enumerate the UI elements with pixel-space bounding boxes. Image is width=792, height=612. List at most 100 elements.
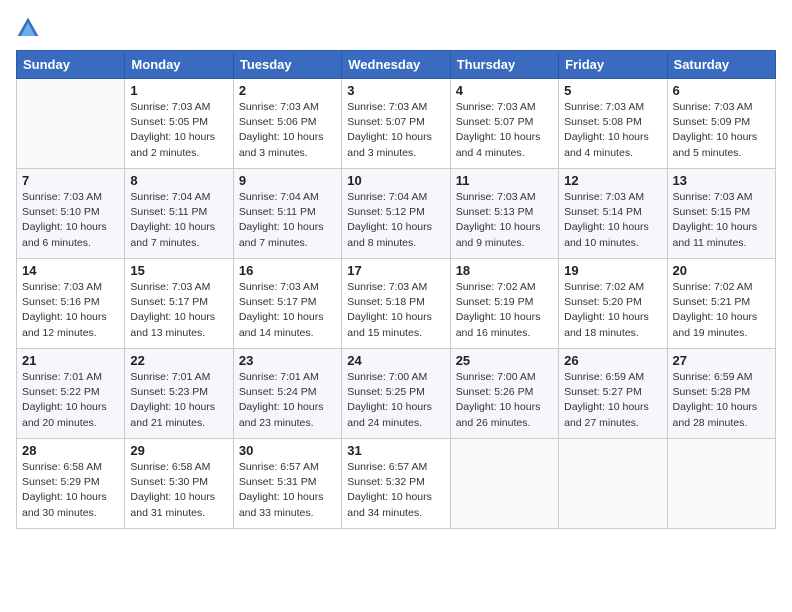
day-info: Sunrise: 6:59 AM Sunset: 5:27 PM Dayligh… [564, 370, 661, 431]
day-info: Sunrise: 7:03 AM Sunset: 5:05 PM Dayligh… [130, 100, 227, 161]
day-number: 10 [347, 173, 444, 188]
calendar-cell: 14Sunrise: 7:03 AM Sunset: 5:16 PM Dayli… [17, 259, 125, 349]
day-number: 3 [347, 83, 444, 98]
day-info: Sunrise: 6:58 AM Sunset: 5:30 PM Dayligh… [130, 460, 227, 521]
day-number: 13 [673, 173, 770, 188]
calendar-cell: 7 Sunrise: 7:03 AM Sunset: 5:10 PM Daylig… [17, 169, 125, 259]
calendar-cell: 29 Sunrise: 6:58 AM Sunset: 5:30 PM Dayli… [125, 439, 233, 529]
day-number: 29 [130, 443, 227, 458]
day-number: 15 [130, 263, 227, 278]
day-info: Sunrise: 7:03 AM Sunset: 5:17 PM Dayligh… [239, 280, 336, 341]
calendar-cell: 24 Sunrise: 7:00 AM Sunset: 5:25 PM Dayli… [342, 349, 450, 439]
day-number: 9 [239, 173, 336, 188]
day-info: Sunrise: 7:03 AM Sunset: 5:08 PM Dayligh… [564, 100, 661, 161]
calendar-cell: 9 Sunrise: 7:04 AM Sunset: 5:11 PM Daylig… [233, 169, 341, 259]
day-info: Sunrise: 7:02 AM Sunset: 5:20 PM Dayligh… [564, 280, 661, 341]
calendar-cell: 22 Sunrise: 7:01 AM Sunset: 5:23 PM Dayli… [125, 349, 233, 439]
header-thursday: Thursday [450, 51, 558, 79]
calendar-cell: 12 Sunrise: 7:03 AM Sunset: 5:14 PM Dayli… [559, 169, 667, 259]
day-info: Sunrise: 7:03 AM Sunset: 5:07 PM Dayligh… [456, 100, 553, 161]
day-number: 24 [347, 353, 444, 368]
calendar-cell: 26 Sunrise: 6:59 AM Sunset: 5:27 PM Dayli… [559, 349, 667, 439]
calendar-cell: 16 Sunrise: 7:03 AM Sunset: 5:17 PM Dayli… [233, 259, 341, 349]
calendar-cell: 2Sunrise: 7:03 AM Sunset: 5:06 PM Daylig… [233, 79, 341, 169]
day-info: Sunrise: 6:57 AM Sunset: 5:32 PM Dayligh… [347, 460, 444, 521]
day-info: Sunrise: 7:03 AM Sunset: 5:09 PM Dayligh… [673, 100, 770, 161]
day-number: 11 [456, 173, 553, 188]
day-number: 27 [673, 353, 770, 368]
day-number: 19 [564, 263, 661, 278]
calendar-cell: 30 Sunrise: 6:57 AM Sunset: 5:31 PM Dayli… [233, 439, 341, 529]
calendar-cell: 15 Sunrise: 7:03 AM Sunset: 5:17 PM Dayli… [125, 259, 233, 349]
day-info: Sunrise: 7:01 AM Sunset: 5:23 PM Dayligh… [130, 370, 227, 431]
day-info: Sunrise: 7:03 AM Sunset: 5:17 PM Dayligh… [130, 280, 227, 341]
calendar-cell: 17 Sunrise: 7:03 AM Sunset: 5:18 PM Dayli… [342, 259, 450, 349]
calendar-cell: 11 Sunrise: 7:03 AM Sunset: 5:13 PM Dayli… [450, 169, 558, 259]
day-number: 6 [673, 83, 770, 98]
calendar-cell: 21 Sunrise: 7:01 AM Sunset: 5:22 PM Dayli… [17, 349, 125, 439]
calendar-cell: 31 Sunrise: 6:57 AM Sunset: 5:32 PM Dayli… [342, 439, 450, 529]
day-number: 5 [564, 83, 661, 98]
week-row-4: 21 Sunrise: 7:01 AM Sunset: 5:22 PM Dayli… [17, 349, 776, 439]
calendar-cell [17, 79, 125, 169]
logo-icon [16, 16, 40, 40]
calendar-cell: 19 Sunrise: 7:02 AM Sunset: 5:20 PM Dayli… [559, 259, 667, 349]
day-info: Sunrise: 7:00 AM Sunset: 5:26 PM Dayligh… [456, 370, 553, 431]
calendar-cell: 10 Sunrise: 7:04 AM Sunset: 5:12 PM Dayli… [342, 169, 450, 259]
calendar-cell: 28 Sunrise: 6:58 AM Sunset: 5:29 PM Dayli… [17, 439, 125, 529]
day-number: 14 [22, 263, 119, 278]
header-monday: Monday [125, 51, 233, 79]
day-number: 4 [456, 83, 553, 98]
day-info: Sunrise: 7:03 AM Sunset: 5:13 PM Dayligh… [456, 190, 553, 251]
header-tuesday: Tuesday [233, 51, 341, 79]
day-number: 21 [22, 353, 119, 368]
calendar-cell: 5 Sunrise: 7:03 AM Sunset: 5:08 PM Daylig… [559, 79, 667, 169]
header-friday: Friday [559, 51, 667, 79]
calendar-cell: 25 Sunrise: 7:00 AM Sunset: 5:26 PM Dayli… [450, 349, 558, 439]
day-info: Sunrise: 7:00 AM Sunset: 5:25 PM Dayligh… [347, 370, 444, 431]
day-info: Sunrise: 6:58 AM Sunset: 5:29 PM Dayligh… [22, 460, 119, 521]
header-wednesday: Wednesday [342, 51, 450, 79]
day-info: Sunrise: 6:59 AM Sunset: 5:28 PM Dayligh… [673, 370, 770, 431]
calendar-cell: 23Sunrise: 7:01 AM Sunset: 5:24 PM Dayli… [233, 349, 341, 439]
day-info: Sunrise: 7:03 AM Sunset: 5:15 PM Dayligh… [673, 190, 770, 251]
day-info: Sunrise: 7:02 AM Sunset: 5:21 PM Dayligh… [673, 280, 770, 341]
calendar-cell: 1Sunrise: 7:03 AM Sunset: 5:05 PM Daylig… [125, 79, 233, 169]
day-info: Sunrise: 7:04 AM Sunset: 5:11 PM Dayligh… [239, 190, 336, 251]
calendar-cell: 8Sunrise: 7:04 AM Sunset: 5:11 PM Daylig… [125, 169, 233, 259]
day-number: 16 [239, 263, 336, 278]
calendar-cell [450, 439, 558, 529]
day-info: Sunrise: 7:03 AM Sunset: 5:18 PM Dayligh… [347, 280, 444, 341]
day-info: Sunrise: 7:02 AM Sunset: 5:19 PM Dayligh… [456, 280, 553, 341]
day-info: Sunrise: 7:03 AM Sunset: 5:10 PM Dayligh… [22, 190, 119, 251]
calendar-cell: 6 Sunrise: 7:03 AM Sunset: 5:09 PM Daylig… [667, 79, 775, 169]
day-info: Sunrise: 6:57 AM Sunset: 5:31 PM Dayligh… [239, 460, 336, 521]
day-info: Sunrise: 7:03 AM Sunset: 5:14 PM Dayligh… [564, 190, 661, 251]
day-number: 12 [564, 173, 661, 188]
day-info: Sunrise: 7:01 AM Sunset: 5:22 PM Dayligh… [22, 370, 119, 431]
calendar-table: SundayMondayTuesdayWednesdayThursdayFrid… [16, 50, 776, 529]
calendar-header-row: SundayMondayTuesdayWednesdayThursdayFrid… [17, 51, 776, 79]
day-number: 30 [239, 443, 336, 458]
day-info: Sunrise: 7:04 AM Sunset: 5:12 PM Dayligh… [347, 190, 444, 251]
day-number: 20 [673, 263, 770, 278]
day-number: 22 [130, 353, 227, 368]
day-number: 26 [564, 353, 661, 368]
week-row-3: 14Sunrise: 7:03 AM Sunset: 5:16 PM Dayli… [17, 259, 776, 349]
header-saturday: Saturday [667, 51, 775, 79]
day-number: 31 [347, 443, 444, 458]
day-number: 28 [22, 443, 119, 458]
calendar-cell: 27 Sunrise: 6:59 AM Sunset: 5:28 PM Dayli… [667, 349, 775, 439]
day-number: 25 [456, 353, 553, 368]
day-number: 23 [239, 353, 336, 368]
day-number: 8 [130, 173, 227, 188]
page-header [16, 16, 776, 40]
day-number: 7 [22, 173, 119, 188]
day-number: 18 [456, 263, 553, 278]
day-number: 17 [347, 263, 444, 278]
week-row-5: 28 Sunrise: 6:58 AM Sunset: 5:29 PM Dayli… [17, 439, 776, 529]
day-number: 2 [239, 83, 336, 98]
calendar-cell [559, 439, 667, 529]
calendar-cell: 4 Sunrise: 7:03 AM Sunset: 5:07 PM Daylig… [450, 79, 558, 169]
header-sunday: Sunday [17, 51, 125, 79]
